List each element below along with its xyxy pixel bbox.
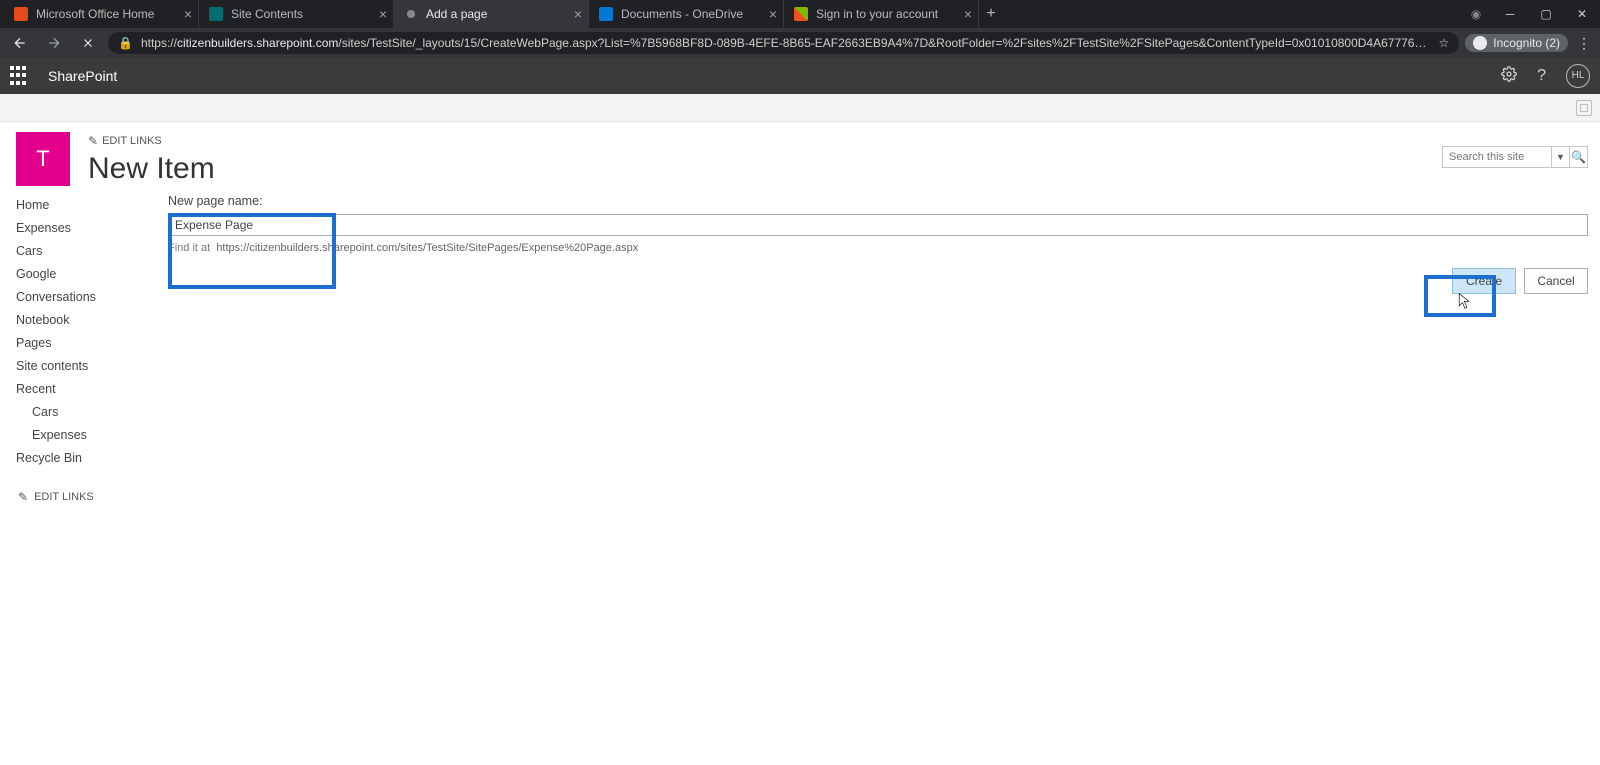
tab-label: Sign in to your account: [816, 7, 938, 21]
tab-label: Microsoft Office Home: [36, 7, 154, 21]
suite-bar: SharePoint ? HL: [0, 58, 1600, 94]
sidebar-item[interactable]: Recycle Bin: [16, 447, 168, 470]
sidebar-item[interactable]: Google: [16, 263, 168, 286]
favicon-onedrive: [599, 7, 613, 21]
browser-tab-onedrive[interactable]: Documents - OneDrive ×: [589, 0, 784, 28]
sidebar-item[interactable]: Notebook: [16, 309, 168, 332]
focus-content-icon[interactable]: [1576, 100, 1592, 116]
incognito-badge[interactable]: Incognito (2): [1465, 34, 1568, 52]
sidebar-item[interactable]: Pages: [16, 332, 168, 355]
settings-gear-icon[interactable]: [1501, 66, 1517, 87]
page-name-value: Expense Page: [175, 218, 253, 232]
page-title: New Item: [88, 152, 1600, 186]
sidebar-item[interactable]: Cars: [16, 401, 168, 424]
search-input[interactable]: [1442, 146, 1552, 168]
close-icon[interactable]: ×: [379, 6, 387, 22]
user-avatar[interactable]: HL: [1566, 64, 1590, 88]
sidebar-item[interactable]: Conversations: [16, 286, 168, 309]
pencil-icon: ✎: [18, 490, 28, 504]
form-area: New page name: Expense Page Find it at h…: [168, 186, 1600, 504]
browser-tab-addpage[interactable]: Add a page ×: [394, 0, 589, 28]
favicon-loading-icon: [404, 7, 418, 21]
lock-icon: 🔒: [118, 36, 133, 50]
favicon-sharepoint: [209, 7, 223, 21]
sidebar-item[interactable]: Expenses: [16, 217, 168, 240]
edit-links-label: EDIT LINKS: [102, 135, 162, 147]
find-it-hint: Find it at https://citizenbuilders.share…: [168, 242, 1588, 254]
new-tab-button[interactable]: +: [979, 5, 1003, 23]
page-name-input[interactable]: Expense Page: [168, 214, 1588, 236]
stop-button[interactable]: [74, 36, 102, 50]
extension-icon[interactable]: ◉: [1460, 0, 1492, 28]
create-button[interactable]: Create: [1452, 268, 1516, 294]
window-minimize-icon[interactable]: ─: [1492, 0, 1528, 28]
help-icon[interactable]: ?: [1537, 67, 1546, 85]
close-icon[interactable]: ×: [769, 6, 777, 22]
sidebar-item[interactable]: Expenses: [16, 424, 168, 447]
browser-tab-signin[interactable]: Sign in to your account ×: [784, 0, 979, 28]
back-button[interactable]: [6, 35, 34, 51]
browser-tab-office[interactable]: Microsoft Office Home ×: [4, 0, 199, 28]
site-logo[interactable]: T: [16, 132, 70, 186]
favicon-microsoft: [794, 7, 808, 21]
search-area: ▼ 🔍: [1442, 146, 1588, 168]
browser-menu-button[interactable]: ⋮: [1574, 35, 1594, 52]
sidebar-item[interactable]: Home: [16, 194, 168, 217]
pencil-icon: ✎: [88, 134, 98, 148]
page-content: T ✎ EDIT LINKS New Item: [0, 122, 1600, 186]
sidebar-item[interactable]: Cars: [16, 240, 168, 263]
close-icon[interactable]: ×: [964, 6, 972, 22]
sidebar-item[interactable]: Site contents: [16, 355, 168, 378]
browser-tab-bar: Microsoft Office Home × Site Contents × …: [0, 0, 1600, 28]
close-icon[interactable]: ×: [574, 6, 582, 22]
edit-links-left[interactable]: ✎ EDIT LINKS: [16, 490, 168, 504]
browser-tab-sitecontents[interactable]: Site Contents ×: [199, 0, 394, 28]
bookmark-star-icon[interactable]: ☆: [1439, 36, 1450, 50]
window-close-icon[interactable]: ✕: [1564, 0, 1600, 28]
search-go-button[interactable]: 🔍: [1570, 146, 1588, 168]
app-launcher-icon[interactable]: [10, 66, 30, 86]
tab-label: Add a page: [426, 7, 487, 21]
close-icon[interactable]: ×: [184, 6, 192, 22]
incognito-icon: [1473, 36, 1487, 50]
search-scope-dropdown[interactable]: ▼: [1552, 146, 1570, 168]
left-navigation: HomeExpensesCarsGoogleConversationsNoteb…: [16, 186, 168, 504]
forward-button[interactable]: [40, 35, 68, 51]
url-input[interactable]: 🔒 https://citizenbuilders.sharepoint.com…: [108, 32, 1459, 54]
ribbon-strip: [0, 94, 1600, 122]
page-name-label: New page name:: [168, 194, 1588, 208]
incognito-label: Incognito (2): [1493, 36, 1560, 50]
suite-brand[interactable]: SharePoint: [48, 68, 117, 84]
tab-label: Documents - OneDrive: [621, 7, 743, 21]
sidebar-item[interactable]: Recent: [16, 378, 168, 401]
favicon-office: [14, 7, 28, 21]
cancel-button[interactable]: Cancel: [1524, 268, 1588, 294]
tab-label: Site Contents: [231, 7, 303, 21]
url-text: https://citizenbuilders.sharepoint.com/s…: [141, 36, 1431, 50]
edit-links-top[interactable]: ✎ EDIT LINKS: [88, 134, 1600, 148]
browser-address-bar: 🔒 https://citizenbuilders.sharepoint.com…: [0, 28, 1600, 58]
window-maximize-icon[interactable]: ▢: [1528, 0, 1564, 28]
edit-links-label: EDIT LINKS: [34, 491, 94, 503]
